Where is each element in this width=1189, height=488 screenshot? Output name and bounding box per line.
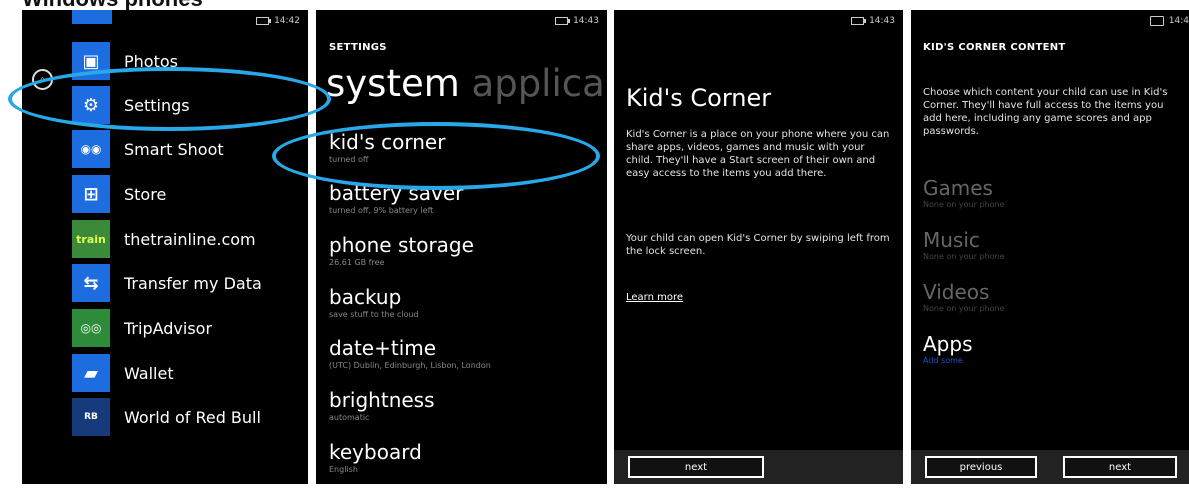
phone-screen-kids-corner-content: 14:4 KID'S CORNER CONTENT Choose which c… bbox=[911, 10, 1189, 484]
setting-brightness[interactable]: brightness automatic bbox=[329, 388, 435, 422]
status-bar: 14:43 bbox=[555, 16, 599, 26]
setting-title: backup bbox=[329, 285, 402, 309]
clock: 14:43 bbox=[869, 16, 895, 26]
app-thetrainline[interactable]: train thetrainline.com bbox=[72, 220, 256, 258]
battery-icon bbox=[851, 17, 867, 25]
clock: 14:42 bbox=[274, 16, 300, 26]
app-label: TripAdvisor bbox=[124, 318, 213, 338]
add-some-link[interactable]: Add some bbox=[923, 356, 973, 365]
phone-screen-settings: 14:43 SETTINGS system applica kid's corn… bbox=[316, 10, 607, 484]
app-smart-shoot[interactable]: ◉◉ Smart Shoot bbox=[72, 130, 224, 168]
app-label: thetrainline.com bbox=[124, 229, 256, 249]
battery-icon bbox=[256, 17, 272, 25]
status-bar: 14:42 bbox=[256, 16, 300, 26]
setting-subtitle: save stuff to the cloud bbox=[329, 310, 419, 319]
store-icon: ⊞ bbox=[72, 175, 110, 213]
app-tripadvisor[interactable]: ◎◎ TripAdvisor bbox=[72, 309, 212, 347]
setting-subtitle: 26.61 GB free bbox=[329, 258, 385, 267]
battery-icon bbox=[555, 17, 571, 25]
app-label: Transfer my Data bbox=[124, 273, 262, 293]
category-subtitle: None on your phone bbox=[923, 252, 1005, 261]
pivot-applications[interactable]: applica bbox=[472, 62, 605, 105]
category-title: Apps bbox=[923, 332, 973, 356]
category-subtitle: None on your phone bbox=[923, 200, 1005, 209]
highlight-ring-settings bbox=[8, 67, 331, 131]
app-bar: previous next bbox=[911, 450, 1189, 484]
app-bar: next bbox=[614, 450, 903, 484]
setting-subtitle: English bbox=[329, 465, 358, 474]
category-music[interactable]: Music None on your phone bbox=[923, 228, 1005, 261]
next-button[interactable]: next bbox=[628, 456, 764, 478]
pivot-system[interactable]: system bbox=[326, 62, 460, 105]
learn-more-link[interactable]: Learn more bbox=[626, 292, 683, 303]
category-apps[interactable]: Apps Add some bbox=[923, 332, 973, 365]
app-label: Wallet bbox=[124, 363, 174, 383]
highlight-ring-kids-corner bbox=[272, 122, 600, 190]
previous-button[interactable]: previous bbox=[925, 456, 1037, 478]
setting-title: date+time bbox=[329, 336, 437, 360]
page-title: KID'S CORNER CONTENT bbox=[923, 42, 1066, 53]
next-button[interactable]: next bbox=[1063, 456, 1177, 478]
description-paragraph: Choose which content your child can use … bbox=[923, 87, 1168, 137]
battery-charging-icon bbox=[1149, 16, 1164, 26]
app-transfer-my-data[interactable]: ⇆ Transfer my Data bbox=[72, 264, 262, 302]
setting-backup[interactable]: backup save stuff to the cloud bbox=[329, 285, 419, 319]
category-title: Music bbox=[923, 228, 980, 252]
setting-keyboard[interactable]: keyboard English bbox=[329, 440, 422, 474]
category-subtitle: None on your phone bbox=[923, 304, 1005, 313]
page-title: Kid's Corner bbox=[626, 84, 772, 112]
setting-phone-storage[interactable]: phone storage 26.61 GB free bbox=[329, 233, 474, 267]
app-label: Smart Shoot bbox=[124, 139, 224, 159]
app-world-of-red-bull[interactable]: RB World of Red Bull bbox=[72, 398, 261, 436]
transfer-icon: ⇆ bbox=[72, 264, 110, 302]
setting-title: phone storage bbox=[329, 233, 474, 257]
train-icon: train bbox=[72, 220, 110, 258]
app-title: SETTINGS bbox=[329, 42, 387, 53]
status-bar: 14:43 bbox=[851, 16, 895, 26]
red-bull-icon: RB bbox=[72, 398, 110, 436]
setting-date-time[interactable]: date+time (UTC) Dublin, Edinburgh, Lisbo… bbox=[329, 336, 491, 370]
wallet-icon: ▰ bbox=[72, 354, 110, 392]
category-title: Videos bbox=[923, 280, 990, 304]
description-paragraph: Your child can open Kid's Corner by swip… bbox=[626, 233, 890, 257]
pivot-header: system applica bbox=[326, 62, 605, 105]
status-bar: 14:4 bbox=[1149, 16, 1189, 26]
app-label: World of Red Bull bbox=[124, 407, 261, 427]
setting-subtitle: (UTC) Dublin, Edinburgh, Lisbon, London bbox=[329, 361, 491, 370]
setting-subtitle: turned off, 9% battery left bbox=[329, 206, 434, 215]
app-wallet[interactable]: ▰ Wallet bbox=[72, 354, 174, 392]
setting-title: keyboard bbox=[329, 440, 422, 464]
owl-icon: ◎◎ bbox=[72, 309, 110, 347]
clock: 14:4 bbox=[1168, 16, 1189, 26]
category-title: Games bbox=[923, 176, 993, 200]
description-paragraph: Kid's Corner is a place on your phone wh… bbox=[626, 129, 890, 179]
setting-title: brightness bbox=[329, 388, 435, 412]
category-games[interactable]: Games None on your phone bbox=[923, 176, 1005, 209]
setting-subtitle: automatic bbox=[329, 413, 370, 422]
phone-screen-kids-corner: 14:43 Kid's Corner Kid's Corner is a pla… bbox=[614, 10, 903, 484]
app-store[interactable]: ⊞ Store bbox=[72, 175, 166, 213]
camera-icon: ◉◉ bbox=[72, 130, 110, 168]
partial-tile bbox=[72, 10, 112, 24]
clock: 14:43 bbox=[573, 16, 599, 26]
app-label: Store bbox=[124, 184, 167, 204]
category-videos[interactable]: Videos None on your phone bbox=[923, 280, 1005, 313]
